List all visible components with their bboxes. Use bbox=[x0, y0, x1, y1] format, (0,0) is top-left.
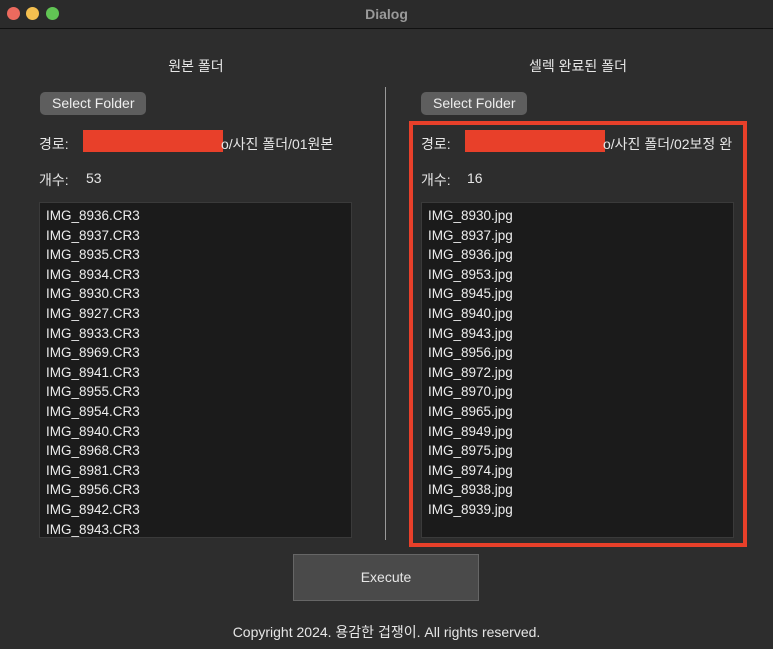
title-bar: Dialog bbox=[0, 0, 773, 29]
file-list-item[interactable]: IMG_8955.CR3 bbox=[46, 382, 345, 402]
left-path-label: 경로: bbox=[39, 136, 69, 152]
file-list-item[interactable]: IMG_8930.CR3 bbox=[46, 284, 345, 304]
file-list-item[interactable]: IMG_8927.CR3 bbox=[46, 304, 345, 324]
redaction bbox=[83, 130, 223, 152]
left-count-value: 53 bbox=[86, 170, 102, 186]
file-list-item[interactable]: IMG_8941.CR3 bbox=[46, 363, 345, 383]
copyright-footer: Copyright 2024. 용감한 겁쟁이. All rights rese… bbox=[232, 624, 541, 640]
file-list-item[interactable]: IMG_8933.CR3 bbox=[46, 324, 345, 344]
left-count-label: 개수: bbox=[39, 172, 69, 188]
file-list-item[interactable]: IMG_8968.CR3 bbox=[46, 441, 345, 461]
divider bbox=[385, 87, 386, 540]
file-list-item[interactable]: IMG_8981.CR3 bbox=[46, 461, 345, 481]
window-title: Dialog bbox=[365, 6, 408, 22]
file-list-item[interactable]: IMG_8942.CR3 bbox=[46, 500, 345, 520]
file-list-item[interactable]: IMG_8943.CR3 bbox=[46, 520, 345, 538]
right-select-folder-button[interactable]: Select Folder bbox=[421, 92, 528, 115]
execute-button[interactable]: Execute bbox=[293, 554, 479, 601]
left-file-list[interactable]: IMG_8936.CR3 IMG_8937.CR3 IMG_8935.CR3 IMG_… bbox=[39, 202, 352, 538]
file-list-item[interactable]: IMG_8956.CR3 bbox=[46, 480, 345, 500]
file-list-item[interactable]: IMG_8940.CR3 bbox=[46, 422, 345, 442]
file-list-item[interactable]: IMG_8935.CR3 bbox=[46, 245, 345, 265]
file-list-item[interactable]: IMG_8954.CR3 bbox=[46, 402, 345, 422]
file-list-item[interactable]: IMG_8969.CR3 bbox=[46, 343, 345, 363]
left-select-folder-button[interactable]: Select Folder bbox=[40, 92, 147, 115]
right-heading: 셀렉 완료된 폴더 bbox=[529, 58, 627, 74]
file-list-item[interactable]: IMG_8934.CR3 bbox=[46, 265, 345, 285]
file-list-item[interactable]: IMG_8936.CR3 bbox=[46, 206, 345, 226]
left-heading: 원본 폴더 bbox=[168, 58, 224, 74]
left-path-value: o/사진 폴더/01원본 bbox=[221, 136, 334, 152]
file-list-item[interactable]: IMG_8937.CR3 bbox=[46, 226, 345, 246]
highlight-box bbox=[409, 121, 747, 547]
